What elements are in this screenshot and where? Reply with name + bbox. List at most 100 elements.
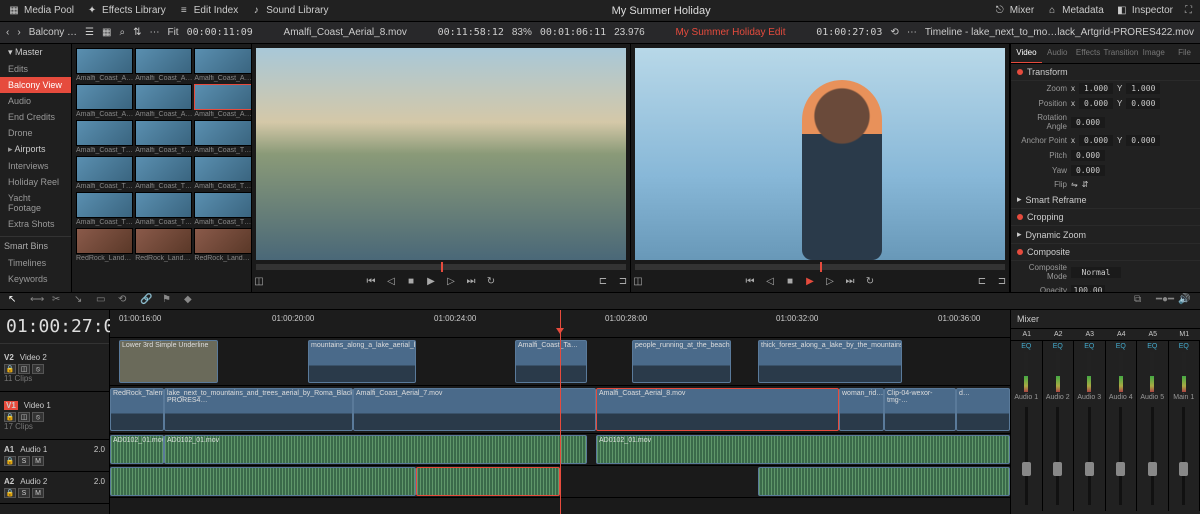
- edit-index-tab[interactable]: ≡Edit Index: [178, 5, 238, 17]
- dynamic-zoom-section[interactable]: ▸ Dynamic Zoom: [1011, 226, 1200, 244]
- mixer-channel[interactable]: EQAudio 3: [1074, 341, 1106, 511]
- disable-button[interactable]: ⦸: [32, 364, 44, 374]
- media-clip[interactable]: Amalfi_Coast_A…: [194, 48, 251, 82]
- pos-y-input[interactable]: 0.000: [1126, 98, 1160, 109]
- anchor-x-input[interactable]: 0.000: [1079, 135, 1113, 146]
- inspector-tab-image[interactable]: Image: [1138, 44, 1169, 63]
- match-frame-icon[interactable]: ◫: [631, 274, 645, 288]
- flip-h-button[interactable]: ⇋: [1071, 180, 1078, 189]
- nav-fwd-button[interactable]: ›: [17, 27, 20, 38]
- timeline-clip[interactable]: AD0102_01.mov: [110, 435, 164, 464]
- media-clip[interactable]: RedRock_Land…: [194, 228, 251, 262]
- media-clip[interactable]: Amalfi_Coast_A…: [135, 48, 192, 82]
- timeline-clip[interactable]: woman_rid…: [839, 388, 884, 431]
- disable-button[interactable]: ⦸: [32, 412, 44, 422]
- mixer-tab[interactable]: ⎋Mixer: [994, 5, 1034, 17]
- in-point-button[interactable]: ⊏: [596, 274, 610, 288]
- smart-reframe-section[interactable]: ▸ Smart Reframe: [1011, 191, 1200, 209]
- media-clip[interactable]: Amalfi_Coast_T…: [194, 192, 251, 226]
- media-clip[interactable]: Amalfi_Coast_T…: [194, 156, 251, 190]
- media-clip[interactable]: Amalfi_Coast_T…: [76, 120, 133, 154]
- timeline-clip[interactable]: [110, 467, 416, 496]
- prev-frame-button[interactable]: ◁: [384, 274, 398, 288]
- media-clip[interactable]: Amalfi_Coast_T…: [135, 156, 192, 190]
- eq-button[interactable]: EQ: [1021, 343, 1031, 350]
- fader[interactable]: [1088, 407, 1091, 505]
- zoom-pct[interactable]: 83%: [512, 27, 532, 38]
- last-frame-button[interactable]: ⏭: [843, 274, 857, 288]
- master-bin[interactable]: ▾ Master: [0, 44, 71, 61]
- eq-button[interactable]: EQ: [1053, 343, 1063, 350]
- auto-select-button[interactable]: ◫: [18, 412, 30, 422]
- effects-library-tab[interactable]: ✦Effects Library: [86, 5, 166, 17]
- timeline-clip[interactable]: mountains_along_a_lake_aerial_by_Roma…: [308, 340, 416, 383]
- bin-extra-shots[interactable]: Extra Shots: [0, 216, 71, 232]
- timeline-clip[interactable]: AD0102_01.mov: [164, 435, 587, 464]
- eq-button[interactable]: EQ: [1179, 343, 1189, 350]
- track-head-a1[interactable]: A1Audio 12.0 🔒SM: [0, 440, 109, 472]
- next-frame-button[interactable]: ▷: [823, 274, 837, 288]
- lock-button[interactable]: 🔒: [4, 364, 16, 374]
- search-icon[interactable]: ⌕: [119, 27, 125, 38]
- first-frame-button[interactable]: ⏮: [364, 274, 378, 288]
- timeline-clip[interactable]: AD0102_01.mov: [596, 435, 1010, 464]
- out-point-button[interactable]: ⊐: [616, 274, 630, 288]
- out-point-button[interactable]: ⊐: [995, 274, 1009, 288]
- media-clip[interactable]: Amalfi_Coast_A…: [194, 84, 251, 118]
- media-clip[interactable]: Amalfi_Coast_A…: [76, 84, 133, 118]
- mixer-channel[interactable]: EQAudio 4: [1106, 341, 1138, 511]
- media-clip[interactable]: Amalfi_Coast_T…: [76, 192, 133, 226]
- lock-button[interactable]: 🔒: [4, 488, 16, 498]
- pitch-input[interactable]: 0.000: [1071, 150, 1105, 161]
- prev-frame-button[interactable]: ◁: [763, 274, 777, 288]
- lock-button[interactable]: 🔒: [4, 456, 16, 466]
- rotation-input[interactable]: 0.000: [1071, 117, 1105, 128]
- media-clip[interactable]: Amalfi_Coast_A…: [135, 84, 192, 118]
- timeline-clip[interactable]: thick_forest_along_a_lake_by_the_mountai…: [758, 340, 902, 383]
- mixer-channel[interactable]: EQAudio 2: [1043, 341, 1075, 511]
- bin-yacht-footage[interactable]: Yacht Footage: [0, 190, 71, 216]
- composite-section[interactable]: Composite: [1011, 244, 1200, 261]
- play-button[interactable]: ▶: [424, 274, 438, 288]
- media-clip[interactable]: Amalfi_Coast_T…: [76, 156, 133, 190]
- link-tool[interactable]: 🔗: [140, 294, 154, 308]
- inspector-tab-video[interactable]: Video: [1011, 44, 1042, 63]
- timeline-clip[interactable]: Amalfi_Coast_Aerial_8.mov: [596, 388, 839, 431]
- track-head-v2[interactable]: V2Video 2 🔒◫⦸ 11 Clips: [0, 344, 109, 392]
- fit-dropdown[interactable]: Fit: [167, 27, 178, 38]
- auto-select-button[interactable]: ◫: [18, 364, 30, 374]
- loop-button[interactable]: ↻: [484, 274, 498, 288]
- loop-button[interactable]: ↻: [863, 274, 877, 288]
- zoom-slider[interactable]: ━●━: [1156, 294, 1170, 308]
- zoom-x-input[interactable]: 1.000: [1079, 83, 1113, 94]
- blade-tool[interactable]: ✂: [52, 294, 66, 308]
- bin-airports[interactable]: ▸ Airports: [0, 141, 71, 158]
- timeline-viewer-image[interactable]: [635, 48, 1005, 260]
- source-viewer-image[interactable]: [256, 48, 626, 260]
- nav-back-button[interactable]: ‹: [6, 27, 9, 38]
- timeline-clip[interactable]: [758, 467, 1010, 496]
- volume-icon[interactable]: 🔊: [1178, 294, 1192, 308]
- in-point-button[interactable]: ⊏: [975, 274, 989, 288]
- match-frame-icon[interactable]: ◫: [252, 274, 266, 288]
- more-icon[interactable]: ⋯: [907, 27, 917, 38]
- bin-end-credits[interactable]: End Credits: [0, 109, 71, 125]
- media-pool-tab[interactable]: ▦Media Pool: [8, 5, 74, 17]
- smartbin-timelines[interactable]: Timelines: [0, 255, 71, 271]
- flag-tool[interactable]: ⚑: [162, 294, 176, 308]
- yaw-input[interactable]: 0.000: [1071, 165, 1105, 176]
- fader[interactable]: [1151, 407, 1154, 505]
- mixer-channel[interactable]: EQAudio 1: [1011, 341, 1043, 511]
- sync-icon[interactable]: ⟲: [890, 27, 898, 38]
- playhead[interactable]: [560, 310, 561, 514]
- timeline-clip[interactable]: people_running_at_the_beach_in_brig…: [632, 340, 731, 383]
- fader[interactable]: [1025, 407, 1028, 505]
- timeline-dropdown[interactable]: My Summer Holiday Edit: [675, 27, 785, 38]
- selection-tool[interactable]: ↖: [8, 294, 22, 308]
- timeline-clip[interactable]: Lower 3rd Simple Underline: [119, 340, 218, 383]
- media-clip[interactable]: Amalfi_Coast_T…: [135, 192, 192, 226]
- timeline-clip[interactable]: lake_next_to_mountains_and_trees_aerial_…: [164, 388, 353, 431]
- fader[interactable]: [1056, 407, 1059, 505]
- media-clip[interactable]: Amalfi_Coast_T…: [194, 120, 251, 154]
- bin-balcony-view[interactable]: Balcony View: [0, 77, 71, 93]
